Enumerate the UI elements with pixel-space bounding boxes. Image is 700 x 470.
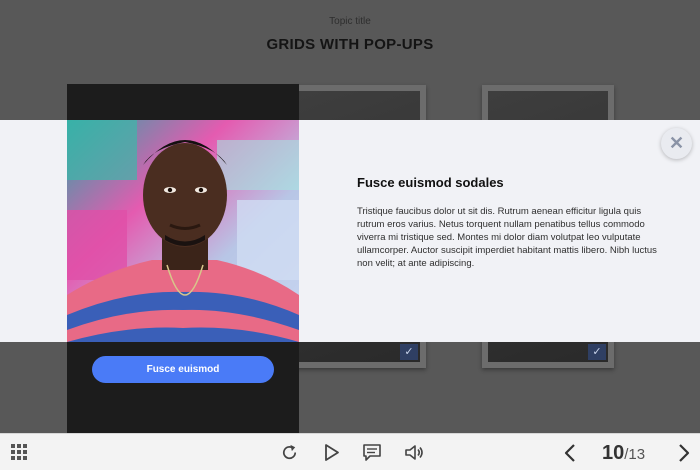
next-icon[interactable] (677, 443, 691, 463)
page-counter: 10/13 (602, 442, 645, 465)
close-icon: ✕ (668, 133, 685, 153)
player-bar: 10/13 (0, 433, 700, 470)
popup-title: Fusce euismod sodales (357, 175, 504, 190)
close-button[interactable]: ✕ (661, 128, 692, 159)
current-page: 10 (602, 442, 625, 464)
play-icon[interactable] (323, 443, 341, 462)
portrait-illustration (67, 120, 299, 342)
grid-menu-icon[interactable] (11, 444, 28, 461)
check-icon: ✓ (400, 344, 418, 360)
topic-label: Topic title (329, 16, 371, 27)
volume-icon[interactable] (404, 443, 424, 462)
total-pages: /13 (624, 446, 646, 463)
fusce-euismod-button[interactable]: Fusce euismod (92, 356, 274, 383)
popup-body-text: Tristique faucibus dolor ut sit dis. Rut… (357, 206, 657, 269)
previous-icon[interactable] (563, 443, 577, 463)
comment-icon[interactable] (362, 443, 382, 462)
portrait-photo (67, 120, 299, 342)
slide-heading: GRIDS WITH POP-UPS (266, 36, 434, 53)
slide-canvas: Topic title GRIDS WITH POP-UPS ✓ ✓ Fusce… (0, 0, 700, 433)
replay-icon[interactable] (280, 443, 299, 462)
check-icon: ✓ (588, 344, 606, 360)
